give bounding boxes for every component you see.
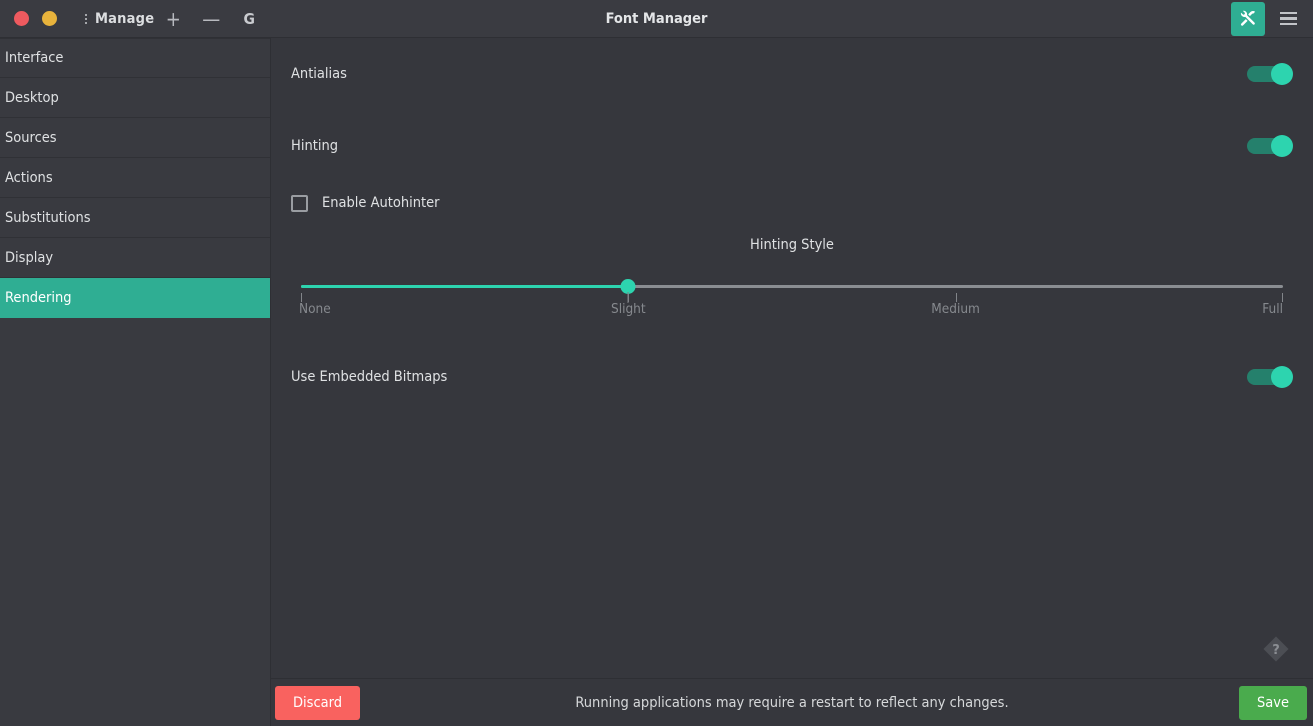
sidebar-item-label: Substitutions (5, 209, 91, 226)
setting-row-antialias: Antialias (289, 38, 1295, 110)
toolbar-left: Manage + — G (79, 0, 268, 38)
window-body: Interface Desktop Sources Actions Substi… (0, 38, 1313, 726)
svg-text:?: ? (1272, 643, 1280, 658)
font-manager-window: Manage + — G Font Manager Interface Desk… (0, 0, 1313, 726)
enable-autohinter-checkbox[interactable] (291, 194, 308, 212)
settings-panel: Antialias Hinting Enable Autohinter Hint… (271, 38, 1313, 726)
settings-content: Antialias Hinting Enable Autohinter Hint… (271, 38, 1313, 678)
status-message: Running applications may require a resta… (575, 694, 1009, 711)
sidebar-item-desktop[interactable]: Desktop (0, 78, 270, 118)
action-bar: Discard Running applications may require… (271, 678, 1313, 726)
hinting-label: Hinting (291, 137, 338, 154)
window-controls (0, 11, 57, 26)
setting-row-embedded-bitmaps: Use Embedded Bitmaps (289, 341, 1295, 413)
remove-font-button[interactable]: — (192, 0, 230, 38)
discard-button[interactable]: Discard (275, 685, 361, 720)
enable-autohinter-label: Enable Autohinter (322, 195, 440, 211)
toggle-knob (1271, 366, 1293, 388)
hamburger-menu-icon[interactable] (1273, 2, 1303, 36)
close-circle-icon[interactable] (14, 11, 29, 26)
slider-fill (301, 285, 629, 288)
embedded-bitmaps-toggle[interactable] (1247, 366, 1293, 388)
sidebar-item-label: Interface (5, 50, 64, 66)
toggle-knob (1271, 134, 1293, 157)
slider-handle[interactable] (620, 279, 636, 303)
slider-label-none[interactable]: None (299, 301, 331, 317)
sidebar-item-display[interactable]: Display (0, 238, 270, 278)
toolbar-right (1231, 0, 1313, 38)
sidebar-item-rendering[interactable]: Rendering (0, 278, 270, 318)
minimize-circle-icon[interactable] (42, 11, 57, 26)
sidebar-item-label: Display (5, 249, 54, 266)
sidebar-item-interface[interactable]: Interface (0, 38, 270, 78)
antialias-label: Antialias (291, 66, 347, 82)
setting-row-hinting: Hinting (289, 110, 1295, 181)
hinting-style-block: Hinting Style None Slight Medium Full (289, 225, 1295, 333)
sidebar-item-sources[interactable]: Sources (0, 118, 270, 158)
manage-button[interactable]: Manage (95, 11, 154, 27)
save-button[interactable]: Save (1238, 685, 1307, 720)
tools-icon[interactable] (1231, 1, 1265, 36)
slider-label-medium[interactable]: Medium (931, 301, 980, 317)
sidebar-item-label: Desktop (5, 89, 59, 106)
slider-label-slight[interactable]: Slight (611, 301, 646, 317)
antialias-toggle[interactable] (1247, 63, 1293, 85)
help-diamond-icon[interactable]: ? (1261, 634, 1291, 664)
hinting-style-slider[interactable]: None Slight Medium Full (299, 279, 1283, 333)
hinting-toggle[interactable] (1247, 134, 1293, 157)
add-font-button[interactable]: + (154, 0, 192, 38)
slider-label-full[interactable]: Full (1262, 301, 1283, 317)
toggle-knob (1271, 63, 1293, 85)
sidebar-item-label: Sources (5, 129, 57, 146)
sidebar-item-label: Actions (5, 169, 53, 186)
hinting-style-title: Hinting Style (750, 237, 834, 253)
sidebar-empty-area (0, 318, 270, 726)
google-fonts-button[interactable]: G (230, 0, 268, 38)
sidebar-item-actions[interactable]: Actions (0, 158, 270, 198)
enable-autohinter-row[interactable]: Enable Autohinter (289, 181, 1295, 225)
embedded-bitmaps-label: Use Embedded Bitmaps (291, 369, 448, 385)
sidebar-item-substitutions[interactable]: Substitutions (0, 198, 270, 238)
title-bar: Manage + — G Font Manager (0, 0, 1313, 38)
sidebar-item-label: Rendering (5, 289, 72, 306)
settings-sidebar: Interface Desktop Sources Actions Substi… (0, 38, 271, 726)
vertical-dots-icon[interactable] (79, 9, 93, 29)
